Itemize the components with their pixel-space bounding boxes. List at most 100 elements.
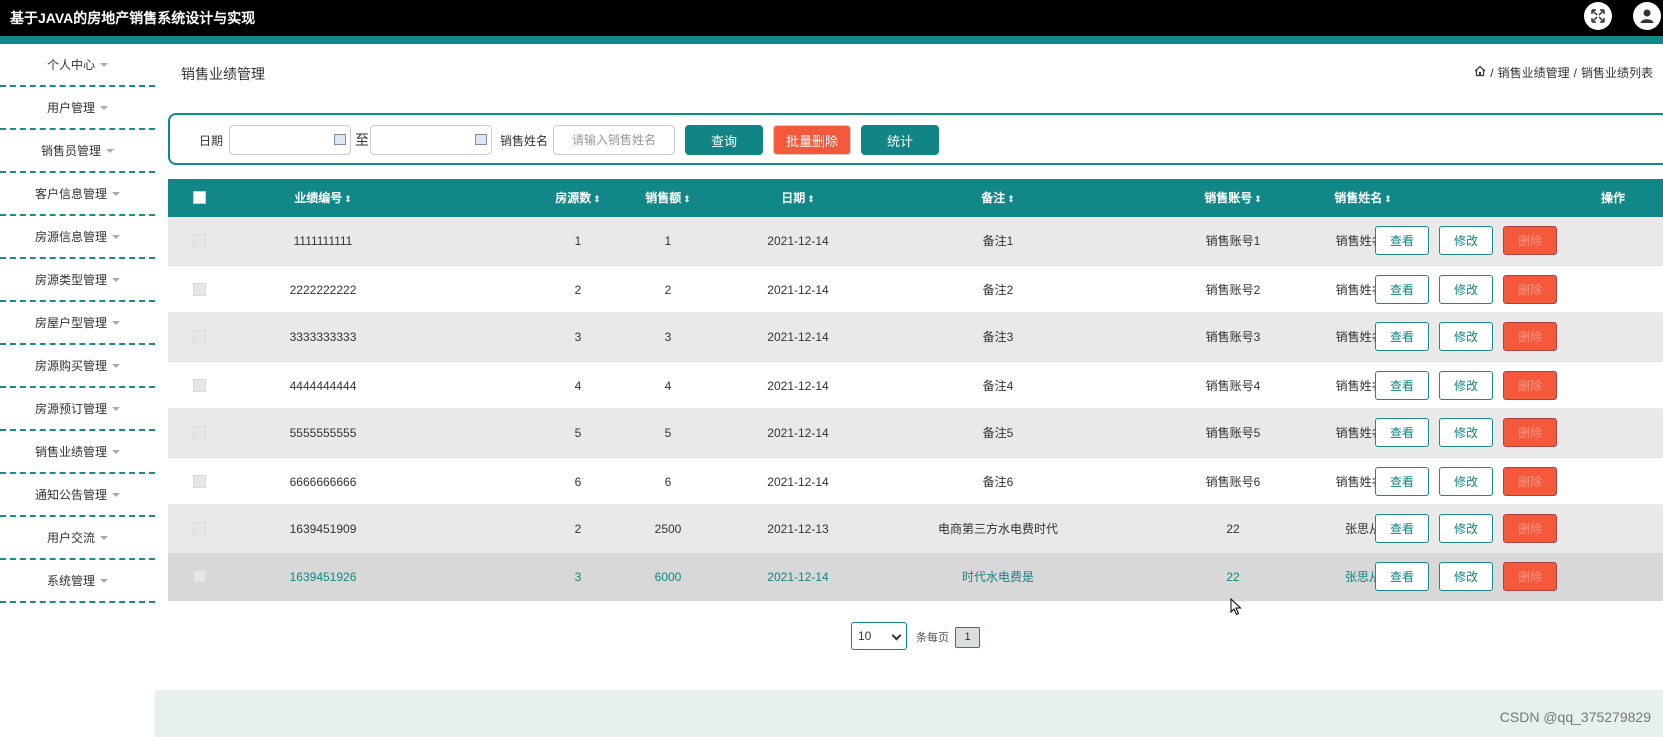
sidebar-item-salespeople[interactable]: 销售员管理 bbox=[0, 130, 155, 173]
search-panel: 日期 至 销售姓名 请输入销售姓名 查询 批量删除 统计 bbox=[168, 113, 1663, 165]
edit-button[interactable]: 修改 bbox=[1439, 371, 1493, 400]
view-button[interactable]: 查看 bbox=[1375, 226, 1429, 255]
page-number-button[interactable]: 1 bbox=[955, 627, 980, 648]
cell-count: 4 bbox=[574, 379, 582, 393]
delete-button[interactable]: 删除 bbox=[1503, 371, 1557, 400]
sidebar-item-label: 系统管理 bbox=[46, 574, 95, 588]
column-header-date[interactable]: 日期 ⇕ bbox=[728, 179, 868, 217]
date-to-label: 至 bbox=[355, 132, 369, 148]
sidebar-item-sales-performance[interactable]: 销售业绩管理 bbox=[0, 431, 155, 474]
view-button[interactable]: 查看 bbox=[1375, 322, 1429, 351]
sidebar: 个人中心 用户管理 销售员管理 客户信息管理 房源信息管理 房源类型管理 房屋户… bbox=[0, 44, 155, 737]
view-button[interactable]: 查看 bbox=[1375, 418, 1429, 447]
row-checkbox[interactable] bbox=[193, 475, 206, 488]
delete-button[interactable]: 删除 bbox=[1503, 514, 1557, 543]
row-checkbox[interactable] bbox=[193, 234, 206, 247]
sidebar-item-system[interactable]: 系统管理 bbox=[0, 560, 155, 603]
sidebar-item-announcements[interactable]: 通知公告管理 bbox=[0, 474, 155, 517]
view-button[interactable]: 查看 bbox=[1375, 562, 1429, 591]
view-button[interactable]: 查看 bbox=[1375, 514, 1429, 543]
cell-account: 销售账号6 bbox=[1205, 475, 1261, 489]
fullscreen-icon[interactable] bbox=[1584, 2, 1612, 30]
per-page-label: 条每页 bbox=[916, 632, 949, 644]
delete-button[interactable]: 删除 bbox=[1503, 226, 1557, 255]
column-header-note[interactable]: 备注 ⇕ bbox=[898, 179, 1098, 217]
edit-button[interactable]: 修改 bbox=[1439, 226, 1493, 255]
column-header-account[interactable]: 销售账号 ⇕ bbox=[1158, 179, 1308, 217]
cell-amount: 2500 bbox=[654, 522, 682, 536]
user-icon[interactable] bbox=[1633, 2, 1661, 30]
sidebar-item-floor-plans[interactable]: 房屋户型管理 bbox=[0, 302, 155, 345]
sidebar-item-reservations[interactable]: 房源预订管理 bbox=[0, 388, 155, 431]
view-button[interactable]: 查看 bbox=[1375, 275, 1429, 304]
chevron-down-icon bbox=[106, 148, 114, 153]
sidebar-item-purchases[interactable]: 房源购买管理 bbox=[0, 345, 155, 388]
cell-account: 销售账号5 bbox=[1205, 426, 1261, 440]
row-checkbox[interactable] bbox=[193, 283, 206, 296]
cell-amount: 4 bbox=[664, 379, 672, 393]
page-size-value: 10 bbox=[858, 629, 872, 643]
sidebar-item-users[interactable]: 用户管理 bbox=[0, 87, 155, 130]
edit-button[interactable]: 修改 bbox=[1439, 562, 1493, 591]
edit-button[interactable]: 修改 bbox=[1439, 275, 1493, 304]
home-icon[interactable] bbox=[1474, 65, 1486, 80]
row-checkbox[interactable] bbox=[193, 330, 206, 343]
date-from-input[interactable] bbox=[229, 125, 351, 155]
row-checkbox[interactable] bbox=[193, 522, 206, 535]
cell-note: 时代水电费是 bbox=[961, 570, 1034, 584]
column-header-name[interactable]: 销售姓名 ⇕ bbox=[1293, 179, 1433, 217]
column-header-id[interactable]: 业绩编号 ⇕ bbox=[258, 179, 388, 217]
column-header-amount[interactable]: 销售额 ⇕ bbox=[628, 179, 708, 217]
cell-account: 销售账号4 bbox=[1205, 379, 1261, 393]
header-accent-bar bbox=[0, 36, 1663, 44]
sidebar-item-user-exchange[interactable]: 用户交流 bbox=[0, 517, 155, 560]
row-checkbox[interactable] bbox=[193, 570, 206, 583]
cell-date: 2021-12-14 bbox=[767, 379, 829, 393]
row-checkbox[interactable] bbox=[193, 426, 206, 439]
stats-button[interactable]: 统计 bbox=[861, 125, 939, 155]
edit-button[interactable]: 修改 bbox=[1439, 418, 1493, 447]
cell-account: 销售账号2 bbox=[1205, 283, 1261, 297]
view-button[interactable]: 查看 bbox=[1375, 467, 1429, 496]
delete-button[interactable]: 删除 bbox=[1503, 418, 1557, 447]
sales-name-input[interactable]: 请输入销售姓名 bbox=[553, 125, 675, 155]
view-button[interactable]: 查看 bbox=[1375, 371, 1429, 400]
batch-delete-button[interactable]: 批量删除 bbox=[773, 125, 851, 155]
cell-account: 22 bbox=[1226, 522, 1240, 536]
chevron-down-icon bbox=[112, 492, 120, 497]
sidebar-item-label: 房源购买管理 bbox=[34, 359, 107, 373]
cell-account: 销售账号1 bbox=[1205, 234, 1261, 248]
chevron-down-icon bbox=[112, 449, 120, 454]
sort-icon: ⇕ bbox=[593, 194, 601, 204]
sidebar-item-label: 销售员管理 bbox=[40, 144, 101, 158]
delete-button[interactable]: 删除 bbox=[1503, 467, 1557, 496]
cell-account: 销售账号3 bbox=[1205, 330, 1261, 344]
breadcrumb-level1[interactable]: 销售业绩管理 bbox=[1498, 64, 1570, 81]
cell-amount: 2 bbox=[664, 283, 672, 297]
edit-button[interactable]: 修改 bbox=[1439, 514, 1493, 543]
select-all-checkbox[interactable] bbox=[193, 191, 206, 204]
chevron-down-icon bbox=[112, 234, 120, 239]
sidebar-item-listings[interactable]: 房源信息管理 bbox=[0, 216, 155, 259]
column-header-count[interactable]: 房源数 ⇕ bbox=[538, 179, 618, 217]
row-checkbox[interactable] bbox=[193, 379, 206, 392]
sort-icon: ⇕ bbox=[807, 194, 815, 204]
cell-amount: 6 bbox=[664, 475, 672, 489]
delete-button[interactable]: 删除 bbox=[1503, 322, 1557, 351]
sidebar-item-customers[interactable]: 客户信息管理 bbox=[0, 173, 155, 216]
table-row: 4444444444 4 4 2021-12-14 备注4 销售账号4 销售姓名… bbox=[168, 361, 1663, 409]
delete-button[interactable]: 删除 bbox=[1503, 275, 1557, 304]
sidebar-item-listing-types[interactable]: 房源类型管理 bbox=[0, 259, 155, 302]
delete-button[interactable]: 删除 bbox=[1503, 562, 1557, 591]
sidebar-item-personal-center[interactable]: 个人中心 bbox=[0, 44, 155, 87]
sales-name-label: 销售姓名 bbox=[500, 134, 549, 148]
edit-button[interactable]: 修改 bbox=[1439, 322, 1493, 351]
query-button[interactable]: 查询 bbox=[685, 125, 763, 155]
date-to-input[interactable] bbox=[370, 125, 492, 155]
cell-note: 备注2 bbox=[982, 283, 1014, 297]
page-size-select[interactable]: 10 bbox=[851, 622, 907, 650]
table-row: 2222222222 2 2 2021-12-14 备注2 销售账号2 销售姓名… bbox=[168, 265, 1663, 313]
edit-button[interactable]: 修改 bbox=[1439, 467, 1493, 496]
cell-note: 备注6 bbox=[982, 475, 1014, 489]
sort-icon: ⇕ bbox=[1254, 194, 1262, 204]
